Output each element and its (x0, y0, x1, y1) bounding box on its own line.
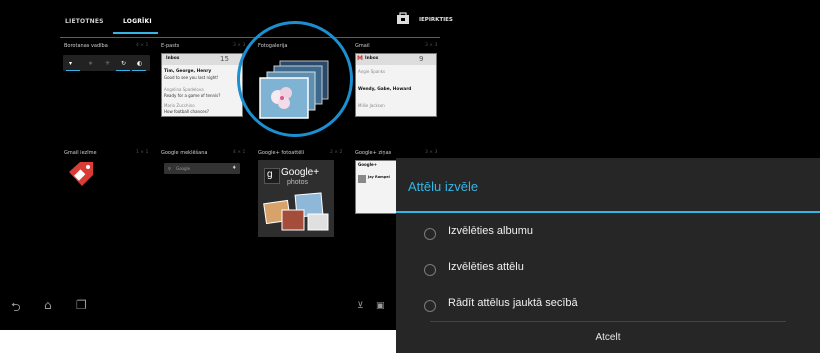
gmail-count: 9 (419, 55, 424, 63)
avatar (358, 175, 366, 183)
status-bar (132, 70, 146, 71)
google-plus-sub: photos (287, 179, 309, 186)
location-icon: ✳ (105, 60, 111, 67)
option-label: Izvēlēties albumu (448, 225, 533, 237)
screenshot-icon[interactable]: ⊻ (357, 301, 364, 311)
dialog-title-divider (396, 211, 820, 213)
recent-apps-icon[interactable]: ❐ (76, 298, 87, 312)
mic-icon[interactable]: ♦ (232, 165, 236, 171)
gallery-widget[interactable] (258, 55, 338, 125)
dialog-divider (430, 321, 786, 322)
google-plus-news-widget[interactable]: Google+ Jay Rompel (355, 160, 399, 214)
google-plus-icon: g (264, 168, 280, 184)
option-choose-image[interactable]: Izvēlēties attēlu (424, 261, 804, 281)
home-icon[interactable]: ⌂ (44, 298, 52, 312)
widget-size: 3 × 3 (233, 43, 246, 48)
email-header-label: Inbox (166, 56, 180, 61)
gmail-label-icon[interactable] (66, 160, 96, 190)
widget-size: 1 × 1 (136, 150, 149, 155)
gmail-icon: M (357, 55, 363, 62)
option-choose-album[interactable]: Izvēlēties albumu (424, 225, 804, 245)
gmail-header-label: Inbox (365, 56, 379, 61)
gmail-sender: Millie Jackson (358, 103, 385, 108)
option-shuffle-images[interactable]: Rādīt attēlus jauktā secībā (424, 297, 804, 317)
image-selection-dialog: Attēlu izvēle Izvēlēties albumu Izvēlēti… (396, 158, 820, 353)
google-search-widget[interactable]: ⚲ Google ♦ (164, 163, 240, 174)
radio-button[interactable] (424, 300, 436, 312)
widget-title: Google+ fotoattēli (258, 150, 305, 156)
status-bar (66, 70, 80, 71)
radio-button[interactable] (424, 264, 436, 276)
search-icon: ⚲ (168, 166, 171, 171)
email-count: 15 (220, 55, 229, 63)
tab-apps[interactable]: LIETOTNES (65, 18, 104, 25)
store-label[interactable]: IEPIRKTIES (419, 17, 453, 23)
tab-active-indicator (113, 32, 158, 34)
tab-widgets[interactable]: LOGRĪKI (123, 18, 152, 25)
divider (60, 37, 440, 38)
gmail-sender: Angie Spanks (358, 69, 386, 74)
dialog-title: Attēlu izvēle (408, 179, 479, 194)
widget-title: Gmail iezīme (64, 150, 97, 156)
news-header: Google+ (358, 162, 378, 167)
widget-size: 4 × 1 (233, 150, 246, 155)
brightness-icon: ◐ (137, 60, 143, 67)
widget-title: Gmail (355, 43, 370, 49)
radio-button[interactable] (424, 228, 436, 240)
sync-icon: ↻ (121, 60, 127, 67)
widget-title: Google meklēšana (161, 150, 208, 156)
status-bar (116, 70, 130, 71)
widget-size: 4 × 1 (136, 43, 149, 48)
widget-size: 3 × 3 (425, 150, 438, 155)
power-control-widget[interactable]: ▾ ∗ ✳ ↻ ◐ (63, 55, 150, 71)
back-icon[interactable]: ⮌ (11, 298, 21, 319)
widget-size: 2 × 2 (330, 150, 343, 155)
email-snippet: How football chances? (164, 109, 209, 114)
google-plus-photos-widget[interactable]: g Google+ photos (258, 160, 334, 237)
option-label: Izvēlēties attēlu (448, 261, 524, 273)
email-snippet: Ready for a game of tennis? (164, 93, 221, 98)
news-author: Jay Rompel (368, 175, 390, 179)
gallery-icon[interactable]: ▣ (376, 301, 385, 311)
gmail-sender: Wendy, Gabe, Howard (358, 87, 412, 92)
google-plus-brand: Google+ (281, 167, 320, 178)
email-sender: Mario Zucchino (164, 103, 195, 108)
tab-bar: LIETOTNES LOGRĪKI (0, 8, 820, 38)
widget-title: Borotanas vadība (64, 43, 108, 49)
gmail-widget[interactable]: M Inbox 9 Angie Spanks Wendy, Gabe, Howa… (355, 53, 437, 117)
widget-size: 3 × 3 (425, 43, 438, 48)
email-sender: Tim, George, Henry (164, 69, 212, 74)
widget-title: Google+ ziņas (355, 150, 392, 156)
store-icon[interactable] (396, 12, 410, 24)
email-snippet: Good to see you last night! (164, 75, 219, 80)
cancel-button[interactable]: Atcelt (396, 327, 820, 349)
option-label: Rādīt attēlus jauktā secībā (448, 297, 578, 309)
bluetooth-icon: ∗ (88, 60, 94, 67)
photos-collage (263, 192, 329, 231)
widget-title: E-pasts (161, 43, 180, 49)
email-widget[interactable]: Inbox 15 Tim, George, Henry Good to see … (161, 53, 243, 117)
search-input[interactable]: Google (176, 166, 190, 171)
email-sender: Angelina Spadelova (164, 87, 204, 92)
wifi-icon: ▾ (69, 60, 73, 67)
